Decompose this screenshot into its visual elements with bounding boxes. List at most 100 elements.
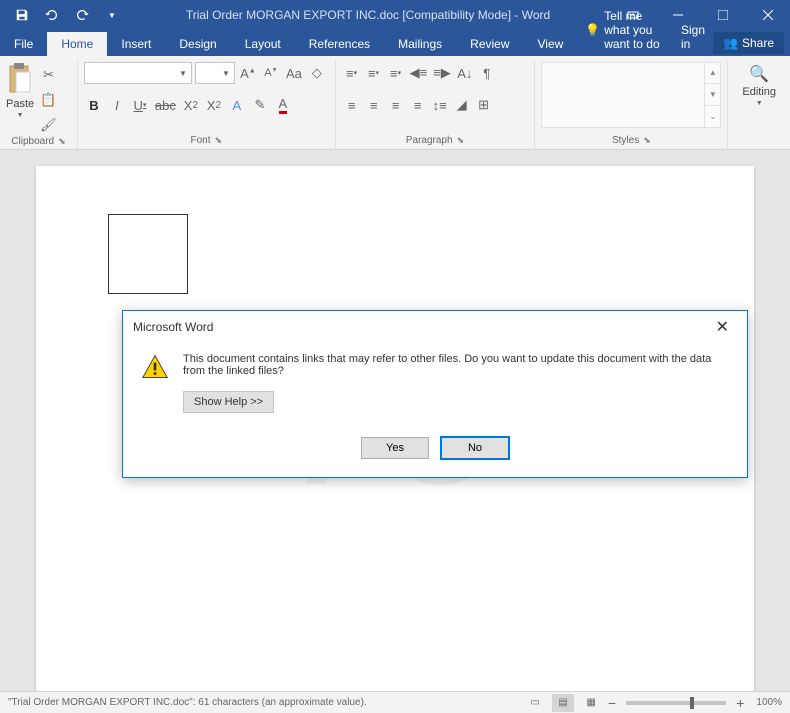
copy-button[interactable]: 📋 [38, 89, 59, 111]
paste-label: Paste [6, 98, 34, 110]
show-help-button[interactable]: Show Help >> [183, 391, 274, 413]
chevron-down-icon: ▼ [222, 69, 230, 78]
sort-icon: A↓ [457, 66, 472, 81]
numbering-icon: ≡ [368, 66, 376, 81]
chevron-down-icon: ▼ [17, 112, 24, 119]
highlight-button[interactable]: ✎ [250, 94, 270, 116]
superscript-button[interactable]: X2 [204, 94, 224, 116]
tab-design[interactable]: Design [165, 32, 230, 56]
find-icon: 🔍 [749, 64, 769, 84]
font-color-button[interactable]: A [273, 94, 293, 116]
shading-button[interactable]: ◢ [452, 94, 472, 116]
styles-gallery[interactable]: ▲ ▼ ⌄ [541, 62, 721, 128]
editing-button[interactable]: 🔍 Editing ▼ [734, 62, 784, 109]
shading-icon: ◢ [457, 97, 467, 113]
close-button[interactable] [745, 0, 790, 30]
styles-scroll-down[interactable]: ▼ [705, 84, 720, 106]
yes-button[interactable]: Yes [361, 437, 429, 459]
cut-button[interactable]: ✂ [38, 64, 59, 86]
clear-formatting-button[interactable]: ◇ [307, 62, 327, 84]
chevron-down-icon: ▼ [756, 100, 763, 107]
align-right-button[interactable]: ≡ [386, 94, 406, 116]
numbering-button[interactable]: ≡▾ [364, 62, 384, 84]
font-group-label: Font [190, 135, 210, 146]
justify-button[interactable]: ≡ [408, 94, 428, 116]
redo-button[interactable] [68, 0, 96, 30]
image-placeholder[interactable] [108, 214, 188, 294]
tab-view[interactable]: View [524, 32, 578, 56]
tell-me-search[interactable]: 💡 Tell me what you want to do [577, 4, 673, 56]
dialog-title: Microsoft Word [133, 320, 213, 334]
zoom-in-button[interactable]: + [736, 695, 744, 711]
print-layout-icon: ▤ [558, 697, 567, 708]
font-size-combo[interactable]: ▼ [195, 62, 235, 84]
format-painter-button[interactable]: 🖌 [38, 114, 59, 136]
tab-insert[interactable]: Insert [107, 32, 165, 56]
tab-file[interactable]: File [0, 32, 47, 56]
editing-label: Editing [742, 86, 776, 98]
align-left-icon: ≡ [348, 98, 356, 113]
shrink-font-button[interactable]: A▼ [261, 62, 281, 84]
increase-indent-button[interactable]: ≡▶ [431, 62, 453, 84]
sort-button[interactable]: A↓ [455, 62, 475, 84]
status-text: "Trial Order MORGAN EXPORT INC.doc": 61 … [8, 697, 367, 708]
zoom-out-button[interactable]: − [608, 695, 616, 711]
grow-font-icon: A▲ [240, 66, 256, 81]
ribbon-tabs: File Home Insert Design Layout Reference… [0, 30, 790, 56]
strikethrough-button[interactable]: abc [153, 94, 178, 116]
paragraph-launcher[interactable]: ⬊ [457, 135, 465, 146]
tab-references[interactable]: References [295, 32, 384, 56]
share-icon: 👥 [723, 36, 738, 50]
print-layout-button[interactable]: ▤ [552, 694, 574, 712]
share-button[interactable]: 👥 Share [713, 32, 784, 54]
chevron-down-icon: ▼ [179, 69, 187, 78]
bold-button[interactable]: B [84, 94, 104, 116]
align-left-button[interactable]: ≡ [342, 94, 362, 116]
show-marks-button[interactable]: ¶ [477, 62, 497, 84]
styles-expand[interactable]: ⌄ [705, 106, 720, 128]
sign-in-button[interactable]: Sign in [673, 18, 713, 56]
save-button[interactable] [8, 0, 36, 30]
clipboard-launcher[interactable]: ⬊ [58, 136, 66, 147]
web-layout-button[interactable]: ▦ [580, 694, 602, 712]
bullets-button[interactable]: ≡▾ [342, 62, 362, 84]
italic-button[interactable]: I [107, 94, 127, 116]
subscript-button[interactable]: X2 [181, 94, 201, 116]
qat-customize-button[interactable]: ▼ [98, 0, 126, 30]
indent-icon: ≡▶ [433, 65, 451, 81]
quick-access-toolbar: ▼ [0, 0, 126, 30]
text-effects-icon: A [233, 98, 242, 113]
align-center-button[interactable]: ≡ [364, 94, 384, 116]
change-case-button[interactable]: Aa [284, 62, 304, 84]
tab-home[interactable]: Home [47, 32, 107, 56]
tell-me-label: Tell me what you want to do [604, 9, 665, 51]
styles-scroll-up[interactable]: ▲ [705, 62, 720, 84]
zoom-slider[interactable] [626, 701, 726, 705]
grow-font-button[interactable]: A▲ [238, 62, 258, 84]
undo-button[interactable] [38, 0, 66, 30]
multilevel-icon: ≡ [390, 66, 398, 81]
tab-mailings[interactable]: Mailings [384, 32, 456, 56]
read-mode-button[interactable]: ▭ [524, 694, 546, 712]
change-case-icon: Aa [286, 66, 302, 81]
tab-review[interactable]: Review [456, 32, 523, 56]
dialog-close-button[interactable]: ✕ [708, 313, 737, 341]
tab-layout[interactable]: Layout [231, 32, 295, 56]
font-name-combo[interactable]: ▼ [84, 62, 192, 84]
clipboard-group-label: Clipboard [11, 136, 54, 147]
paste-button[interactable]: Paste ▼ [6, 62, 34, 119]
decrease-indent-button[interactable]: ◀≡ [408, 62, 430, 84]
multilevel-list-button[interactable]: ≡▾ [386, 62, 406, 84]
align-right-icon: ≡ [392, 98, 400, 113]
no-button[interactable]: No [441, 437, 509, 459]
underline-button[interactable]: U ▾ [130, 94, 150, 116]
read-mode-icon: ▭ [530, 697, 539, 708]
borders-button[interactable]: ⊞ [474, 94, 494, 116]
text-effects-button[interactable]: A [227, 94, 247, 116]
styles-launcher[interactable]: ⬊ [643, 135, 651, 146]
shrink-font-icon: A▼ [264, 67, 277, 79]
line-spacing-button[interactable]: ↕≡ [430, 94, 450, 116]
zoom-level[interactable]: 100% [756, 697, 782, 708]
font-launcher[interactable]: ⬊ [215, 135, 223, 146]
scissors-icon: ✂ [43, 67, 54, 83]
